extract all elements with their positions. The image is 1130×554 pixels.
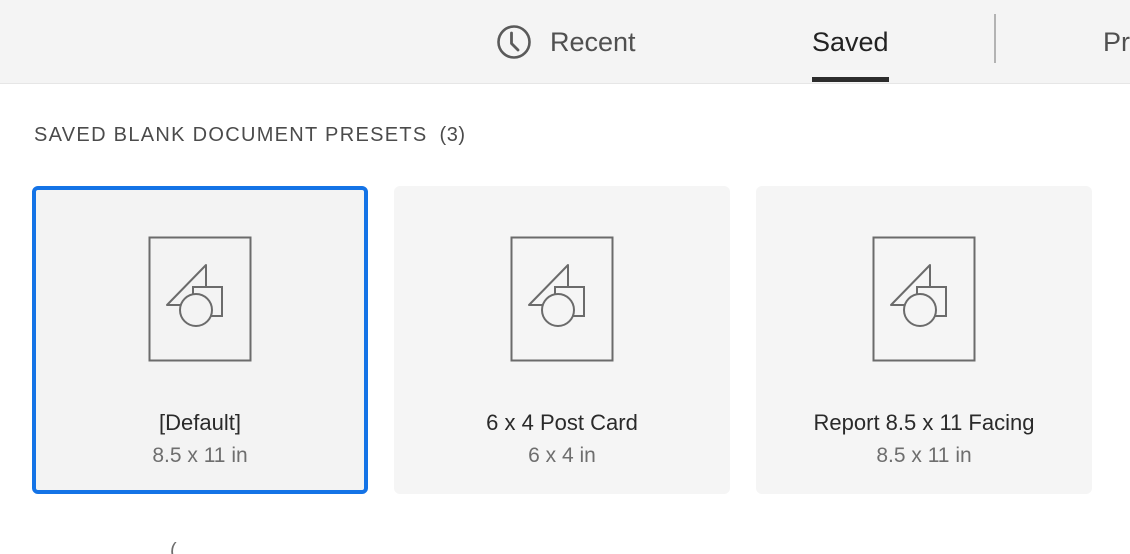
clock-icon [497, 25, 531, 59]
preset-name: Report 8.5 x 11 Facing [813, 410, 1035, 435]
section-heading: SAVED BLANK DOCUMENT PRESETS (3) [34, 124, 465, 147]
preset-size: 8.5 x 11 in [876, 444, 972, 467]
preset-card-default[interactable]: [Default] 8.5 x 11 in [32, 186, 368, 494]
tab-presets[interactable]: Pr [1103, 0, 1130, 84]
preset-card-report-facing[interactable]: Report 8.5 x 11 Facing 8.5 x 11 in [756, 186, 1092, 494]
tab-recent[interactable]: Recent [496, 0, 636, 84]
next-section-heading-partial: ( [170, 540, 177, 554]
document-preset-icon [148, 236, 252, 362]
tab-saved-label: Saved [812, 26, 889, 57]
tab-divider [994, 14, 996, 63]
tab-recent-label: Recent [550, 26, 636, 57]
section-count: (3) [439, 124, 466, 146]
tab-presets-label: Pr [1103, 26, 1130, 57]
active-tab-indicator [812, 77, 889, 82]
preset-name: 6 x 4 Post Card [486, 410, 638, 435]
document-preset-icon [510, 236, 614, 362]
document-preset-icon [872, 236, 976, 362]
preset-size: 6 x 4 in [528, 444, 596, 467]
preset-name: [Default] [159, 410, 241, 435]
tab-saved[interactable]: Saved [812, 0, 889, 84]
tab-bar: Recent Saved Pr [0, 0, 1130, 84]
preset-size: 8.5 x 11 in [152, 444, 248, 467]
section-title: SAVED BLANK DOCUMENT PRESETS [34, 124, 428, 146]
preset-card-post-card[interactable]: 6 x 4 Post Card 6 x 4 in [394, 186, 730, 494]
